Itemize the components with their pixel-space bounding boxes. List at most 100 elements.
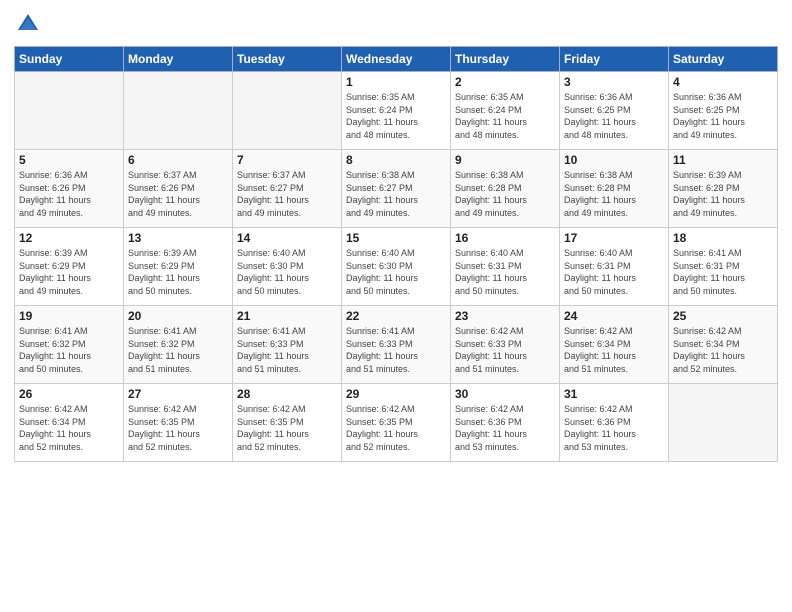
header xyxy=(14,10,778,38)
calendar-cell: 23 Sunrise: 6:42 AM Sunset: 6:33 PM Dayli… xyxy=(451,306,560,384)
day-info: Sunrise: 6:40 AM Sunset: 6:30 PM Dayligh… xyxy=(346,247,446,297)
day-info: Sunrise: 6:38 AM Sunset: 6:28 PM Dayligh… xyxy=(455,169,555,219)
day-number: 20 xyxy=(128,309,228,323)
day-number: 25 xyxy=(673,309,773,323)
calendar-cell: 6 Sunrise: 6:37 AM Sunset: 6:26 PM Daylig… xyxy=(124,150,233,228)
week-row-3: 12 Sunrise: 6:39 AM Sunset: 6:29 PM Dayli… xyxy=(15,228,778,306)
calendar-cell xyxy=(669,384,778,462)
calendar-cell: 17 Sunrise: 6:40 AM Sunset: 6:31 PM Dayli… xyxy=(560,228,669,306)
day-number: 5 xyxy=(19,153,119,167)
calendar-cell: 25 Sunrise: 6:42 AM Sunset: 6:34 PM Dayli… xyxy=(669,306,778,384)
weekday-header-row: SundayMondayTuesdayWednesdayThursdayFrid… xyxy=(15,47,778,72)
day-info: Sunrise: 6:40 AM Sunset: 6:31 PM Dayligh… xyxy=(564,247,664,297)
calendar-cell: 29 Sunrise: 6:42 AM Sunset: 6:35 PM Dayli… xyxy=(342,384,451,462)
day-number: 22 xyxy=(346,309,446,323)
day-number: 1 xyxy=(346,75,446,89)
calendar-cell: 24 Sunrise: 6:42 AM Sunset: 6:34 PM Dayli… xyxy=(560,306,669,384)
day-info: Sunrise: 6:42 AM Sunset: 6:35 PM Dayligh… xyxy=(128,403,228,453)
day-number: 15 xyxy=(346,231,446,245)
day-number: 29 xyxy=(346,387,446,401)
day-info: Sunrise: 6:36 AM Sunset: 6:25 PM Dayligh… xyxy=(673,91,773,141)
day-number: 26 xyxy=(19,387,119,401)
day-info: Sunrise: 6:39 AM Sunset: 6:29 PM Dayligh… xyxy=(19,247,119,297)
calendar-cell: 27 Sunrise: 6:42 AM Sunset: 6:35 PM Dayli… xyxy=(124,384,233,462)
day-number: 19 xyxy=(19,309,119,323)
day-number: 31 xyxy=(564,387,664,401)
weekday-header-monday: Monday xyxy=(124,47,233,72)
day-info: Sunrise: 6:42 AM Sunset: 6:35 PM Dayligh… xyxy=(346,403,446,453)
calendar-cell: 3 Sunrise: 6:36 AM Sunset: 6:25 PM Daylig… xyxy=(560,72,669,150)
week-row-1: 1 Sunrise: 6:35 AM Sunset: 6:24 PM Daylig… xyxy=(15,72,778,150)
calendar-cell: 20Sunrise: 6:41 AM Sunset: 6:32 PM Dayli… xyxy=(124,306,233,384)
day-info: Sunrise: 6:38 AM Sunset: 6:28 PM Dayligh… xyxy=(564,169,664,219)
day-info: Sunrise: 6:42 AM Sunset: 6:35 PM Dayligh… xyxy=(237,403,337,453)
day-number: 9 xyxy=(455,153,555,167)
day-info: Sunrise: 6:42 AM Sunset: 6:34 PM Dayligh… xyxy=(564,325,664,375)
day-info: Sunrise: 6:37 AM Sunset: 6:26 PM Dayligh… xyxy=(128,169,228,219)
calendar-cell xyxy=(124,72,233,150)
day-info: Sunrise: 6:36 AM Sunset: 6:26 PM Dayligh… xyxy=(19,169,119,219)
day-number: 4 xyxy=(673,75,773,89)
day-number: 16 xyxy=(455,231,555,245)
day-number: 21 xyxy=(237,309,337,323)
calendar-cell: 13 Sunrise: 6:39 AM Sunset: 6:29 PM Dayli… xyxy=(124,228,233,306)
calendar-cell: 14 Sunrise: 6:40 AM Sunset: 6:30 PM Dayli… xyxy=(233,228,342,306)
calendar-cell: 21 Sunrise: 6:41 AM Sunset: 6:33 PM Dayli… xyxy=(233,306,342,384)
day-number: 27 xyxy=(128,387,228,401)
week-row-2: 5 Sunrise: 6:36 AM Sunset: 6:26 PM Daylig… xyxy=(15,150,778,228)
calendar-cell: 5 Sunrise: 6:36 AM Sunset: 6:26 PM Daylig… xyxy=(15,150,124,228)
calendar-cell: 7Sunrise: 6:37 AM Sunset: 6:27 PM Daylig… xyxy=(233,150,342,228)
calendar-cell: 1 Sunrise: 6:35 AM Sunset: 6:24 PM Daylig… xyxy=(342,72,451,150)
day-info: Sunrise: 6:39 AM Sunset: 6:29 PM Dayligh… xyxy=(128,247,228,297)
day-info: Sunrise: 6:41 AM Sunset: 6:32 PM Dayligh… xyxy=(19,325,119,375)
calendar-cell: 28 Sunrise: 6:42 AM Sunset: 6:35 PM Dayli… xyxy=(233,384,342,462)
calendar-cell: 26 Sunrise: 6:42 AM Sunset: 6:34 PM Dayli… xyxy=(15,384,124,462)
day-number: 8 xyxy=(346,153,446,167)
day-info: Sunrise: 6:40 AM Sunset: 6:31 PM Dayligh… xyxy=(455,247,555,297)
day-number: 23 xyxy=(455,309,555,323)
day-info: Sunrise: 6:38 AM Sunset: 6:27 PM Dayligh… xyxy=(346,169,446,219)
day-info: Sunrise: 6:35 AM Sunset: 6:24 PM Dayligh… xyxy=(346,91,446,141)
day-number: 30 xyxy=(455,387,555,401)
calendar-cell xyxy=(233,72,342,150)
day-info: Sunrise: 6:36 AM Sunset: 6:25 PM Dayligh… xyxy=(564,91,664,141)
calendar-table: SundayMondayTuesdayWednesdayThursdayFrid… xyxy=(14,46,778,462)
day-info: Sunrise: 6:42 AM Sunset: 6:34 PM Dayligh… xyxy=(673,325,773,375)
day-number: 18 xyxy=(673,231,773,245)
day-number: 13 xyxy=(128,231,228,245)
calendar-cell: 11 Sunrise: 6:39 AM Sunset: 6:28 PM Dayli… xyxy=(669,150,778,228)
weekday-header-sunday: Sunday xyxy=(15,47,124,72)
calendar-cell: 22Sunrise: 6:41 AM Sunset: 6:33 PM Dayli… xyxy=(342,306,451,384)
calendar-cell: 15 Sunrise: 6:40 AM Sunset: 6:30 PM Dayli… xyxy=(342,228,451,306)
calendar-cell xyxy=(15,72,124,150)
day-number: 24 xyxy=(564,309,664,323)
day-number: 14 xyxy=(237,231,337,245)
day-info: Sunrise: 6:41 AM Sunset: 6:33 PM Dayligh… xyxy=(237,325,337,375)
day-info: Sunrise: 6:39 AM Sunset: 6:28 PM Dayligh… xyxy=(673,169,773,219)
day-info: Sunrise: 6:42 AM Sunset: 6:34 PM Dayligh… xyxy=(19,403,119,453)
day-info: Sunrise: 6:42 AM Sunset: 6:33 PM Dayligh… xyxy=(455,325,555,375)
day-info: Sunrise: 6:41 AM Sunset: 6:31 PM Dayligh… xyxy=(673,247,773,297)
calendar-cell: 10Sunrise: 6:38 AM Sunset: 6:28 PM Dayli… xyxy=(560,150,669,228)
logo-icon xyxy=(14,10,42,38)
day-number: 17 xyxy=(564,231,664,245)
weekday-header-tuesday: Tuesday xyxy=(233,47,342,72)
weekday-header-thursday: Thursday xyxy=(451,47,560,72)
day-info: Sunrise: 6:42 AM Sunset: 6:36 PM Dayligh… xyxy=(455,403,555,453)
day-number: 12 xyxy=(19,231,119,245)
day-info: Sunrise: 6:35 AM Sunset: 6:24 PM Dayligh… xyxy=(455,91,555,141)
day-number: 28 xyxy=(237,387,337,401)
calendar-cell: 4 Sunrise: 6:36 AM Sunset: 6:25 PM Daylig… xyxy=(669,72,778,150)
page: SundayMondayTuesdayWednesdayThursdayFrid… xyxy=(0,0,792,612)
day-info: Sunrise: 6:37 AM Sunset: 6:27 PM Dayligh… xyxy=(237,169,337,219)
calendar-cell: 31Sunrise: 6:42 AM Sunset: 6:36 PM Dayli… xyxy=(560,384,669,462)
logo xyxy=(14,10,46,38)
calendar-cell: 2 Sunrise: 6:35 AM Sunset: 6:24 PM Daylig… xyxy=(451,72,560,150)
weekday-header-wednesday: Wednesday xyxy=(342,47,451,72)
day-number: 2 xyxy=(455,75,555,89)
day-number: 11 xyxy=(673,153,773,167)
day-info: Sunrise: 6:40 AM Sunset: 6:30 PM Dayligh… xyxy=(237,247,337,297)
day-number: 6 xyxy=(128,153,228,167)
calendar-cell: 8 Sunrise: 6:38 AM Sunset: 6:27 PM Daylig… xyxy=(342,150,451,228)
day-number: 3 xyxy=(564,75,664,89)
